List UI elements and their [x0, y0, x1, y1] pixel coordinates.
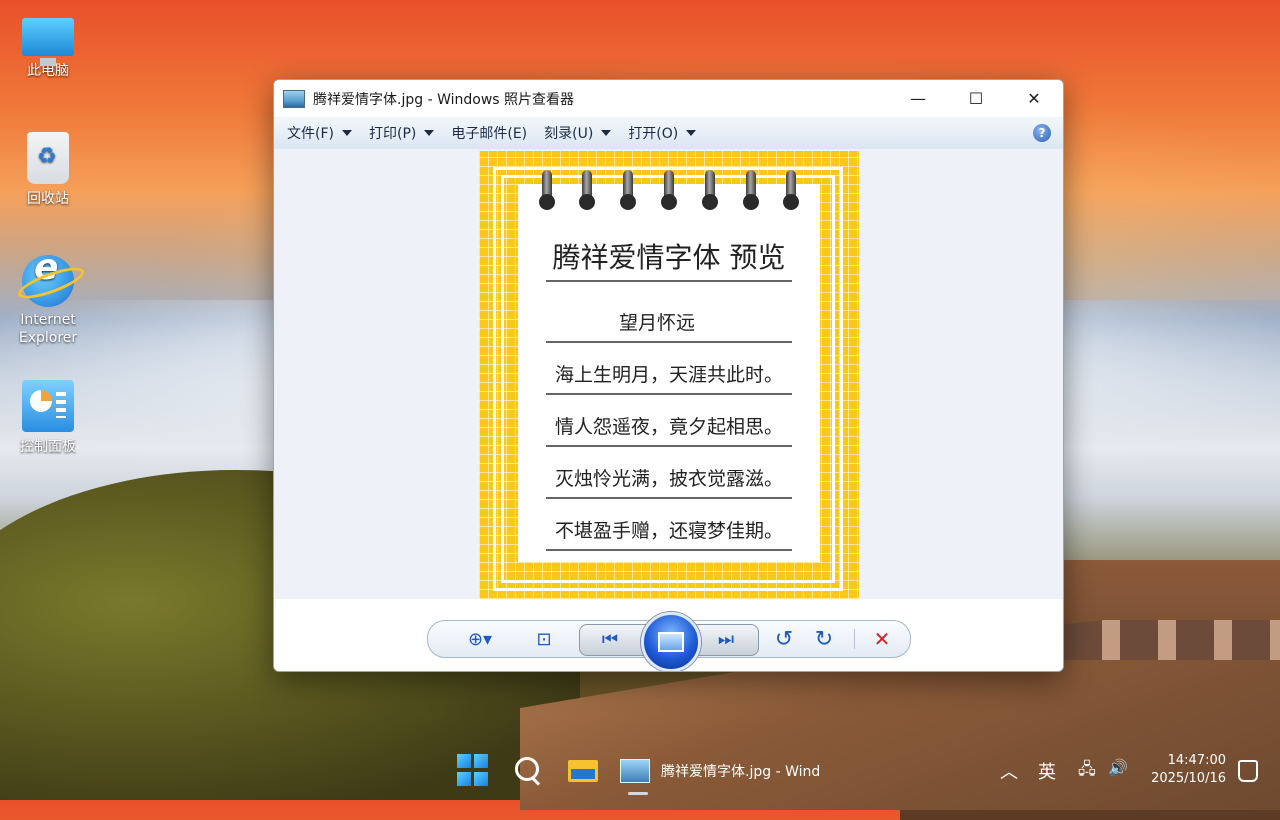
clock-date: 2025/10/16: [1151, 771, 1226, 786]
chevron-down-icon: [601, 130, 612, 136]
binder-ring: [539, 170, 555, 210]
desktop-icon-internet-explorer[interactable]: e Internet Explorer: [3, 250, 93, 347]
displayed-photo: 腾祥爱情字体 预览 望月怀远 海上生明月，天涯共此时。 情人怨遥夜，竟夕起相思。…: [479, 151, 859, 599]
desktop-icon-label: 控制面板: [20, 439, 76, 455]
close-button[interactable]: ✕: [1005, 80, 1063, 117]
binder-ring: [661, 170, 677, 210]
title-bar[interactable]: 腾祥爱情字体.jpg - Windows 照片查看器 — ☐ ✕: [274, 80, 1063, 117]
viewer-toolbar: ⊕▾ ⊡ ⏮ ⏭ ↺ ↻ ✕: [427, 612, 911, 671]
clock-time: 14:47:00: [1167, 753, 1226, 768]
next-icon[interactable]: ⏭: [704, 621, 748, 657]
actual-size-icon[interactable]: ⊡: [524, 621, 564, 657]
menu-print[interactable]: 打印(P): [368, 123, 435, 143]
window-title: 腾祥爱情字体.jpg - Windows 照片查看器: [313, 91, 575, 108]
photo-viewer-window: 腾祥爱情字体.jpg - Windows 照片查看器 — ☐ ✕ 文件(F) 打…: [273, 79, 1064, 672]
menu-email[interactable]: 电子邮件(E): [451, 123, 527, 143]
taskbar-photo-viewer[interactable]: 腾祥爱情字体.jpg - Wind: [620, 756, 830, 786]
input-method-indicator[interactable]: 英: [1038, 758, 1056, 784]
chevron-down-icon: [424, 130, 435, 136]
menu-label: 文件(F): [287, 126, 334, 142]
chevron-down-icon: [341, 130, 352, 136]
binder-ring: [702, 170, 718, 210]
zoom-icon[interactable]: ⊕▾: [458, 621, 502, 657]
slideshow-button[interactable]: [641, 612, 701, 671]
poem-line: 不堪盈手赠，还寝梦佳期。: [546, 516, 792, 551]
viewer-toolbar-area: ⊕▾ ⊡ ⏮ ⏭ ↺ ↻ ✕: [274, 599, 1063, 671]
desktop-icon-this-pc[interactable]: 此电脑: [3, 12, 93, 80]
minimize-button[interactable]: —: [889, 80, 947, 117]
slideshow-icon: [658, 632, 684, 652]
menu-burn[interactable]: 刻录(U): [544, 123, 612, 143]
poem-title: 望月怀远: [546, 308, 792, 343]
binder-ring: [783, 170, 799, 210]
show-hidden-icons-chevron[interactable]: ︿: [1000, 758, 1018, 784]
menu-file[interactable]: 文件(F): [287, 123, 352, 143]
maximize-button[interactable]: ☐: [947, 80, 1005, 117]
menu-label: 打印(P): [368, 126, 417, 142]
notification-bell-icon[interactable]: [1238, 760, 1258, 782]
rotate-clockwise-icon[interactable]: ↻: [806, 621, 842, 657]
menu-label: 刻录(U): [544, 126, 594, 142]
taskbar-app-label: 腾祥爱情字体.jpg - Wind: [661, 764, 821, 780]
menu-label: 电子邮件(E): [451, 126, 528, 142]
desktop-icon-label: Internet Explorer: [18, 312, 78, 346]
volume-icon[interactable]: 🔊: [1108, 758, 1128, 777]
photo-viewer-icon: [620, 759, 650, 783]
recycle-bin-icon: ♻: [27, 132, 69, 184]
desktop-icon-label: 回收站: [27, 191, 69, 207]
help-icon[interactable]: ?: [1033, 124, 1051, 142]
binder-ring: [579, 170, 595, 210]
poem-line: 灭烛怜光满，披衣觉露滋。: [546, 464, 792, 499]
photo-heading: 腾祥爱情字体 预览: [546, 236, 792, 282]
desktop-icon-control-panel[interactable]: 控制面板: [3, 380, 93, 456]
delete-icon[interactable]: ✕: [864, 621, 900, 657]
menu-label: 打开(O): [628, 126, 679, 142]
start-button[interactable]: [457, 754, 489, 786]
computer-icon: [22, 18, 74, 66]
chevron-down-icon: [686, 130, 697, 136]
poem-line: 情人怨遥夜，竟夕起相思。: [546, 412, 792, 447]
binder-ring: [743, 170, 759, 210]
image-viewport: 腾祥爱情字体 预览 望月怀远 海上生明月，天涯共此时。 情人怨遥夜，竟夕起相思。…: [274, 149, 1063, 599]
active-app-indicator: [628, 792, 648, 795]
poem-line: 海上生明月，天涯共此时。: [546, 360, 792, 395]
notepad-paper: 腾祥爱情字体 预览 望月怀远 海上生明月，天涯共此时。 情人怨遥夜，竟夕起相思。…: [518, 170, 820, 562]
file-explorer-icon[interactable]: [567, 754, 599, 786]
desktop-icon-recycle-bin[interactable]: ♻ 回收站: [3, 132, 93, 208]
network-icon[interactable]: 🖧: [1078, 758, 1096, 785]
internet-explorer-icon: e: [22, 250, 74, 307]
menu-open[interactable]: 打开(O): [628, 123, 697, 143]
menu-bar: 文件(F) 打印(P) 电子邮件(E) 刻录(U) 打开(O) ?: [274, 117, 1063, 150]
toolbar-divider: [854, 629, 855, 649]
system-clock[interactable]: 14:47:00 2025/10/16: [1144, 752, 1226, 788]
photo-viewer-icon: [283, 89, 305, 108]
rotate-counterclockwise-icon[interactable]: ↺: [766, 621, 802, 657]
search-icon[interactable]: [512, 754, 544, 786]
control-panel-icon: [22, 380, 74, 432]
binder-ring: [620, 170, 636, 210]
previous-icon[interactable]: ⏮: [588, 621, 632, 657]
